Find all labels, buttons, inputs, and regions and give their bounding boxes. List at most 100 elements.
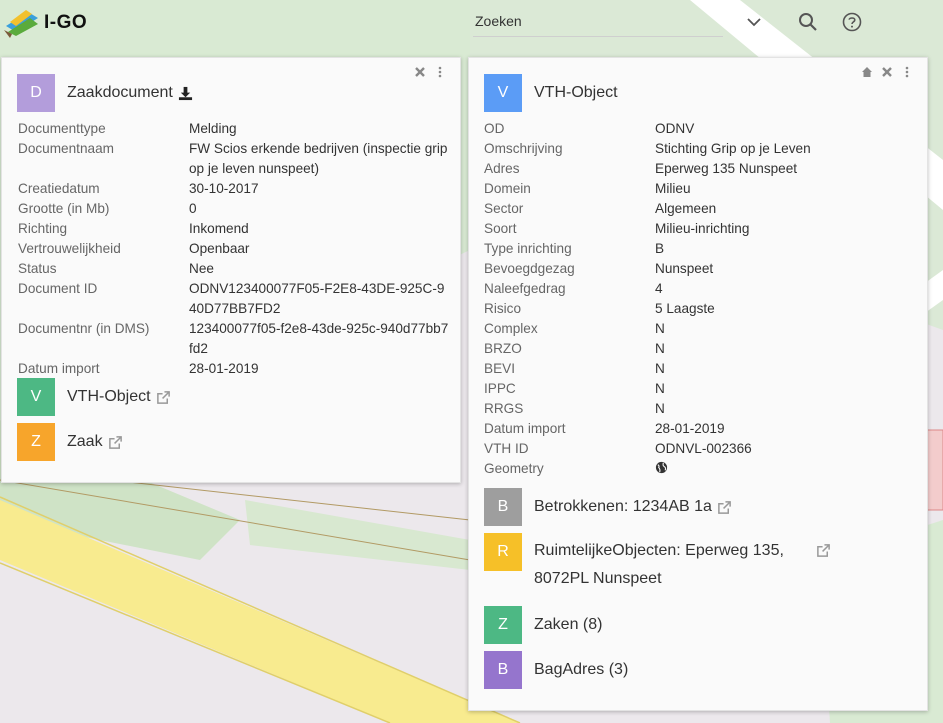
chevron-down-icon[interactable] [744,12,764,32]
download-icon[interactable] [178,86,193,101]
field-value: Inkomend [189,221,249,236]
panel-header: D Zaakdocument [17,74,193,112]
field-label: Omschrijving [484,141,563,156]
external-link-icon[interactable] [156,390,171,405]
field-row: Naleefgedrag 4 [484,279,917,299]
more-vertical-icon[interactable] [901,66,913,78]
field-value: Openbaar [189,241,250,256]
field-row: Risico 5 Laagste [484,299,917,319]
field-row: Complex N [484,319,917,339]
field-label: Documentnaam [18,141,114,156]
relation-label[interactable]: Betrokkenen: 1234AB 1a [534,493,712,521]
field-label: Type inrichting [484,241,572,256]
panel-tools [414,66,446,78]
relation-label[interactable]: VTH-Object [67,383,151,411]
field-row: Status Nee [18,259,451,279]
app-logo[interactable]: I-GO [4,4,94,38]
field-value: N [655,401,665,416]
field-label: Geometry [484,461,544,476]
search-icon[interactable] [798,12,818,32]
field-label: Adres [484,161,520,176]
panel-title: VTH-Object [534,84,618,101]
more-vertical-icon[interactable] [434,66,446,78]
field-label: Documenttype [18,121,106,136]
field-label: BRZO [484,341,522,356]
relation-zaken[interactable]: Z Zaken (8) [484,606,602,644]
field-value: Melding [189,121,237,136]
relation-tile: B [484,488,522,526]
field-value: 30-10-2017 [189,181,259,196]
relation-label[interactable]: Zaak [67,428,103,456]
field-row: Geometry [484,459,917,479]
field-row: Omschrijving Stichting Grip op je Leven [484,139,917,159]
home-icon[interactable] [861,66,873,78]
field-row: Creatiedatum 30-10-2017 [18,179,451,199]
type-tile: V [484,74,522,112]
relation-label[interactable]: Zaken (8) [534,611,602,639]
relation-bagadres[interactable]: B BagAdres (3) [484,651,628,689]
field-label: Naleefgedrag [484,281,566,296]
search-input[interactable] [473,8,715,34]
field-row: Document ID ODNV123400077F05-F2E8-43DE-92… [18,279,451,319]
field-value: FW Scios erkende bedrijven (inspectie gr… [189,141,448,176]
field-value: 4 [655,281,663,296]
relation-ruimtelijke-objecten[interactable]: R RuimtelijkeObjecten: Eperweg 135, 8072… [484,533,831,593]
field-value: ODNVL-002366 [655,441,752,456]
field-value: 28-01-2019 [189,361,259,376]
relation-tile: B [484,651,522,689]
field-label: IPPC [484,381,516,396]
field-list: Documenttype Melding Documentnaam FW Scios… [18,119,451,379]
field-value: Milieu [655,181,691,196]
field-row: BRZO N [484,339,917,359]
field-row: RRGS N [484,399,917,419]
close-icon[interactable] [414,66,426,78]
field-label: Datum import [484,421,566,436]
field-value: N [655,361,665,376]
field-value: 0 [189,201,197,216]
zaakdocument-panel: D Zaakdocument Documenttype Melding Docum… [1,57,461,483]
app-name: I-GO [44,12,88,33]
external-link-icon[interactable] [108,435,123,450]
field-label: Datum import [18,361,100,376]
field-label: Documentnr (in DMS) [18,321,150,336]
field-row: Sector Algemeen [484,199,917,219]
relation-tile: R [484,533,522,571]
field-row: Datum import 28-01-2019 [18,359,451,379]
field-row: Documentnaam FW Scios erkende bedrijven (… [18,139,451,179]
relation-betrokkenen[interactable]: B Betrokkenen: 1234AB 1a [484,488,732,526]
panel-title: Zaakdocument [67,84,173,101]
field-row: Domein Milieu [484,179,917,199]
field-label: Risico [484,301,522,316]
field-row: Documentnr (in DMS) 123400077f05-f2e8-43d… [18,319,451,359]
field-row: Bevoegdgezag Nunspeet [484,259,917,279]
relation-tile: V [17,378,55,416]
search-bar [473,8,723,37]
field-row: Adres Eperweg 135 Nunspeet [484,159,917,179]
globe-icon[interactable] [655,461,668,474]
relation-vth-object[interactable]: V VTH-Object [17,378,171,416]
field-value: B [655,241,665,256]
field-label: Creatiedatum [18,181,100,196]
field-value: N [655,321,665,336]
field-row: IPPC N [484,379,917,399]
field-row: Datum import 28-01-2019 [484,419,917,439]
field-row: OD ODNV [484,119,917,139]
help-icon[interactable] [842,12,862,32]
field-row: Richting Inkomend [18,219,451,239]
external-link-icon[interactable] [717,500,732,515]
relation-label[interactable]: RuimtelijkeObjecten: Eperweg 135, 8072PL… [534,537,804,593]
field-label: OD [484,121,505,136]
vth-object-panel: V VTH-Object OD ODNV Omschrijving Stichtin… [468,57,928,711]
field-row: Soort Milieu-inrichting [484,219,917,239]
close-icon[interactable] [881,66,893,78]
relation-zaak[interactable]: Z Zaak [17,423,123,461]
field-label: Vertrouwelijkheid [18,241,121,256]
field-value [655,459,917,479]
field-label: Soort [484,221,517,236]
relation-tile: Z [484,606,522,644]
logo-icon [4,10,38,38]
relation-label[interactable]: BagAdres (3) [534,656,628,684]
field-value: Algemeen [655,201,717,216]
external-link-icon[interactable] [816,543,831,558]
field-row: Type inrichting B [484,239,917,259]
